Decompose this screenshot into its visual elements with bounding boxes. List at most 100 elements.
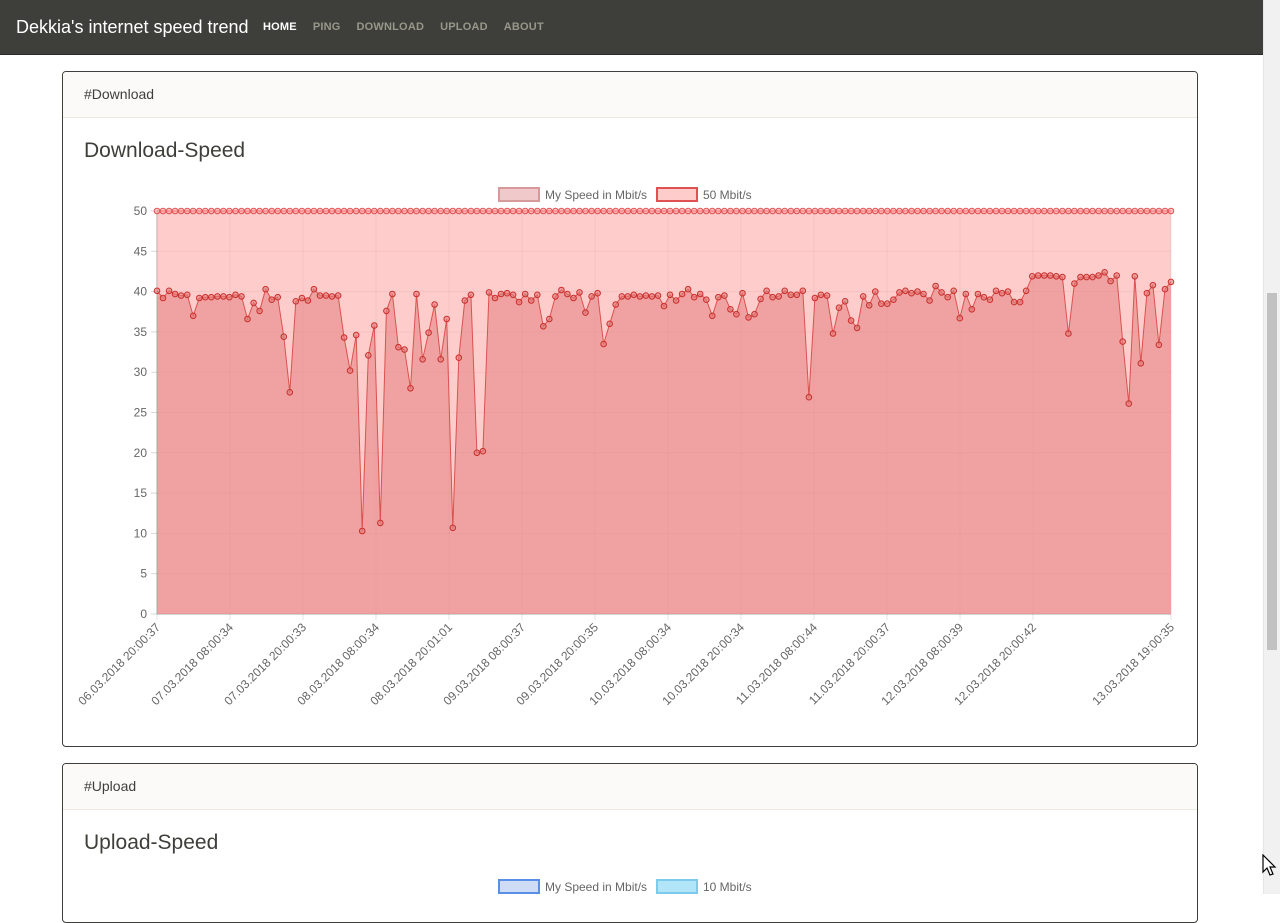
point-speed <box>334 292 342 299</box>
point-50mbit <box>1107 207 1114 215</box>
point-speed <box>926 297 933 304</box>
point-50mbit <box>1101 207 1108 215</box>
point-speed <box>630 291 638 299</box>
y-tick-label: 20 <box>134 446 148 460</box>
point-50mbit <box>171 207 179 215</box>
point-50mbit <box>371 207 378 215</box>
point-50mbit <box>401 207 408 215</box>
point-speed <box>1065 330 1072 337</box>
point-speed <box>841 298 849 305</box>
point-50mbit <box>546 207 553 215</box>
point-50mbit <box>365 207 372 215</box>
point-speed <box>1077 273 1084 281</box>
point-speed <box>793 291 801 299</box>
point-50mbit <box>449 207 457 215</box>
point-50mbit <box>1083 207 1090 215</box>
point-speed <box>980 293 988 301</box>
point-speed <box>153 287 161 295</box>
point-speed <box>515 298 523 306</box>
point-50mbit <box>509 207 517 215</box>
point-speed <box>944 293 952 301</box>
point-50mbit <box>902 207 909 215</box>
point-50mbit <box>853 207 861 215</box>
point-50mbit <box>1161 207 1169 215</box>
point-50mbit <box>153 207 161 215</box>
point-speed <box>823 292 831 299</box>
point-50mbit <box>576 207 583 215</box>
nav-upload[interactable]: UPLOAD <box>432 0 496 54</box>
point-speed <box>594 289 601 297</box>
point-50mbit <box>914 207 921 215</box>
point-50mbit <box>600 207 607 215</box>
point-50mbit <box>781 207 789 215</box>
nav-home[interactable]: HOME <box>255 0 305 54</box>
point-50mbit <box>564 207 571 215</box>
page-scrollbar[interactable] <box>1263 0 1280 894</box>
point-50mbit <box>196 207 203 215</box>
point-speed <box>624 293 632 300</box>
point-50mbit <box>727 207 734 215</box>
point-50mbit <box>467 207 475 215</box>
point-50mbit <box>799 207 807 215</box>
point-speed <box>346 367 354 374</box>
x-tick-label: 12.03.2018 08:00:39 <box>878 620 966 708</box>
point-speed <box>413 290 420 298</box>
point-speed <box>721 292 728 299</box>
legend-swatch <box>498 187 540 202</box>
nav-ping[interactable]: PING <box>305 0 349 54</box>
point-speed <box>660 302 668 310</box>
point-50mbit <box>944 207 952 215</box>
point-speed <box>232 291 239 299</box>
point-speed <box>962 290 970 298</box>
point-50mbit <box>286 207 294 215</box>
point-speed <box>189 312 197 320</box>
point-50mbit <box>189 207 197 215</box>
point-50mbit <box>745 207 752 215</box>
point-speed <box>588 293 595 300</box>
point-speed <box>884 300 891 307</box>
point-50mbit <box>672 207 680 215</box>
nav-download[interactable]: DOWNLOAD <box>349 0 433 54</box>
point-50mbit <box>214 207 221 215</box>
point-speed <box>226 293 233 301</box>
point-50mbit <box>1167 207 1175 215</box>
y-tick-label: 15 <box>134 486 148 500</box>
point-speed <box>473 449 481 457</box>
point-50mbit <box>503 207 511 215</box>
point-50mbit <box>322 207 330 215</box>
point-speed <box>1107 277 1114 285</box>
point-speed <box>974 290 982 298</box>
y-tick-label: 50 <box>134 204 148 218</box>
point-50mbit <box>1004 207 1012 215</box>
point-speed <box>286 389 294 396</box>
point-50mbit <box>413 207 420 215</box>
point-50mbit <box>431 207 438 215</box>
point-speed <box>1053 273 1060 280</box>
point-speed <box>214 293 221 300</box>
nav-about[interactable]: ABOUT <box>496 0 552 54</box>
brand-link[interactable]: Dekkia's internet speed trend <box>16 0 249 54</box>
y-tick-label: 25 <box>134 406 148 420</box>
point-50mbit <box>570 207 577 215</box>
point-50mbit <box>908 207 915 215</box>
point-50mbit <box>443 207 451 215</box>
point-speed <box>244 315 251 323</box>
point-speed <box>1125 400 1133 407</box>
point-speed <box>817 291 825 299</box>
scrollbar-thumb[interactable] <box>1267 293 1277 650</box>
point-speed <box>540 323 547 330</box>
point-speed <box>546 315 553 323</box>
point-speed <box>485 289 493 296</box>
x-tick-label: 08.03.2018 20:01:01 <box>367 620 455 708</box>
point-speed <box>1041 272 1048 279</box>
point-speed <box>992 287 1000 295</box>
download-speed-chart[interactable]: 0510152025303540455006.03.2018 20:00:370… <box>63 172 1197 747</box>
point-speed <box>467 291 475 299</box>
point-speed <box>636 293 644 300</box>
point-50mbit <box>534 207 541 215</box>
point-speed <box>654 292 662 299</box>
x-tick-label: 09.03.2018 08:00:37 <box>440 620 528 708</box>
point-50mbit <box>1137 207 1145 215</box>
point-speed <box>509 291 517 299</box>
point-50mbit <box>890 207 897 215</box>
